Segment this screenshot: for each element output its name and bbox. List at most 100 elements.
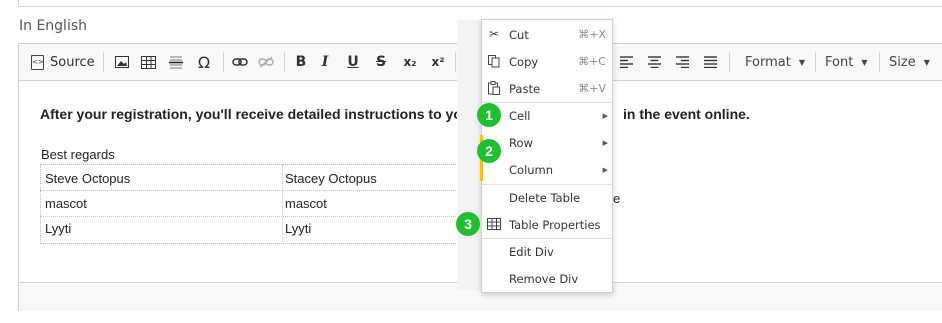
menu-item-shortcut: ⌘+X [578,28,606,41]
italic-label: I [321,54,329,70]
table-cell[interactable]: Stacey Octopus [285,171,377,186]
align-left-button[interactable] [617,51,635,73]
menu-item-label: Cut [509,27,529,42]
link-icon [232,58,248,66]
unlink-button[interactable] [255,51,277,73]
horizontal-line-icon [169,56,183,69]
italic-button[interactable]: I [315,51,335,73]
greeting-text: Best regards [41,147,115,162]
horizontal-line-button[interactable] [165,51,187,73]
copy-icon [487,54,501,68]
source-label: Source [50,54,95,70]
menu-item-label: Row [509,135,533,150]
menu-item-label: Edit Div [509,244,554,259]
toolbar-separator [223,52,224,72]
align-justify-icon [703,56,717,68]
align-right-icon [675,56,689,68]
font-dropdown[interactable]: Font ▼ [825,51,867,73]
menu-item-label: Column [509,162,554,177]
table-cell[interactable]: Steve Octopus [45,171,130,186]
toolbar-separator [879,52,880,72]
menu-item-cell[interactable]: Cell ▶ [482,102,612,129]
omega-icon: Ω [197,52,211,72]
font-label: Font [825,54,854,70]
menu-item-shortcut: ⌘+C [578,55,606,68]
bold-label: B [295,54,307,70]
chevron-down-icon: ▼ [923,57,930,67]
underline-button[interactable]: U [343,51,363,73]
unlink-icon [258,56,274,68]
format-dropdown[interactable]: Format ▼ [745,51,805,73]
toolbar-separator [815,52,816,72]
image-button[interactable] [111,51,133,73]
bold-button[interactable]: B [291,51,311,73]
menu-item-edit-div[interactable]: Edit Div [482,238,612,265]
menu-item-label: Remove Div [509,271,579,286]
menu-item-label: Table Properties [509,217,601,232]
submenu-arrow-icon: ▶ [602,165,608,174]
underline-label: U [347,54,359,70]
menu-item-label: Copy [509,54,539,69]
toolbar-separator [103,52,104,72]
subscript-button[interactable]: x₂ [399,51,421,73]
size-dropdown[interactable]: Size ▼ [889,51,930,73]
link-button[interactable] [229,51,251,73]
step-badge-2: 2 [477,139,501,163]
superscript-button[interactable]: x² [427,51,449,73]
subscript-label: x₂ [403,55,417,69]
superscript-label: x² [431,55,445,69]
menu-item-row[interactable]: Row ▶ [482,129,612,156]
chevron-down-icon: ▼ [861,57,868,67]
submenu-arrow-icon: ▶ [602,111,608,120]
menu-item-remove-div[interactable]: Remove Div [482,265,612,292]
source-icon: <> [31,54,44,70]
paste-icon [487,81,501,95]
menu-item-paste[interactable]: Paste ⌘+V [482,75,612,102]
step-badge-1: 1 [477,103,501,127]
context-menu: ✂ Cut ⌘+X Copy ⌘+C Paste ⌘+V Cell ▶ Row … [480,19,613,293]
step-badge-3: 3 [456,212,480,236]
menu-item-label: Paste [509,81,541,96]
intro-text-right: in the event online. [623,106,750,122]
size-label: Size [889,54,916,70]
menu-item-shortcut: ⌘+V [578,82,606,95]
align-center-button[interactable] [645,51,663,73]
menu-item-delete-table[interactable]: Delete Table [482,184,612,211]
table-row-divider [40,216,460,217]
chevron-down-icon: ▼ [798,57,805,67]
table-button[interactable] [137,51,159,73]
scissors-icon: ✂ [488,27,500,41]
menu-item-cut[interactable]: ✂ Cut ⌘+X [482,21,612,48]
menu-item-column[interactable]: Column ▶ [482,156,612,183]
table-column-divider [282,164,283,242]
source-button[interactable]: <> Source [31,51,97,73]
table-row-divider [40,190,460,191]
table-icon [140,55,156,69]
align-center-icon [647,56,661,68]
hidden-text-fragment: e [613,191,621,206]
strikethrough-button[interactable]: S [371,51,391,73]
toolbar-separator [729,52,730,72]
table-icon [487,217,501,231]
previous-field-box [18,0,942,7]
align-right-button[interactable] [673,51,691,73]
intro-text-left: After your registration, you'll receive … [40,106,462,122]
toolbar-separator [284,52,285,72]
submenu-arrow-icon: ▶ [602,138,608,147]
menu-item-copy[interactable]: Copy ⌘+C [482,48,612,75]
menu-item-label: Cell [509,108,531,123]
table-cell[interactable]: mascot [45,196,87,211]
menu-item-label: Delete Table [509,190,581,205]
toolbar-separator [455,52,456,72]
language-section-label: In English [19,18,88,34]
table-cell[interactable]: mascot [285,196,327,211]
strikethrough-label: S [375,54,387,70]
menu-item-table-properties[interactable]: Table Properties [482,211,612,238]
table-cell[interactable]: Lyyti [45,221,71,236]
format-label: Format [745,54,791,70]
special-character-button[interactable]: Ω [193,51,215,73]
image-icon [115,56,129,68]
align-justify-button[interactable] [701,51,719,73]
align-left-icon [619,56,633,68]
table-cell[interactable]: Lyyti [285,221,311,236]
